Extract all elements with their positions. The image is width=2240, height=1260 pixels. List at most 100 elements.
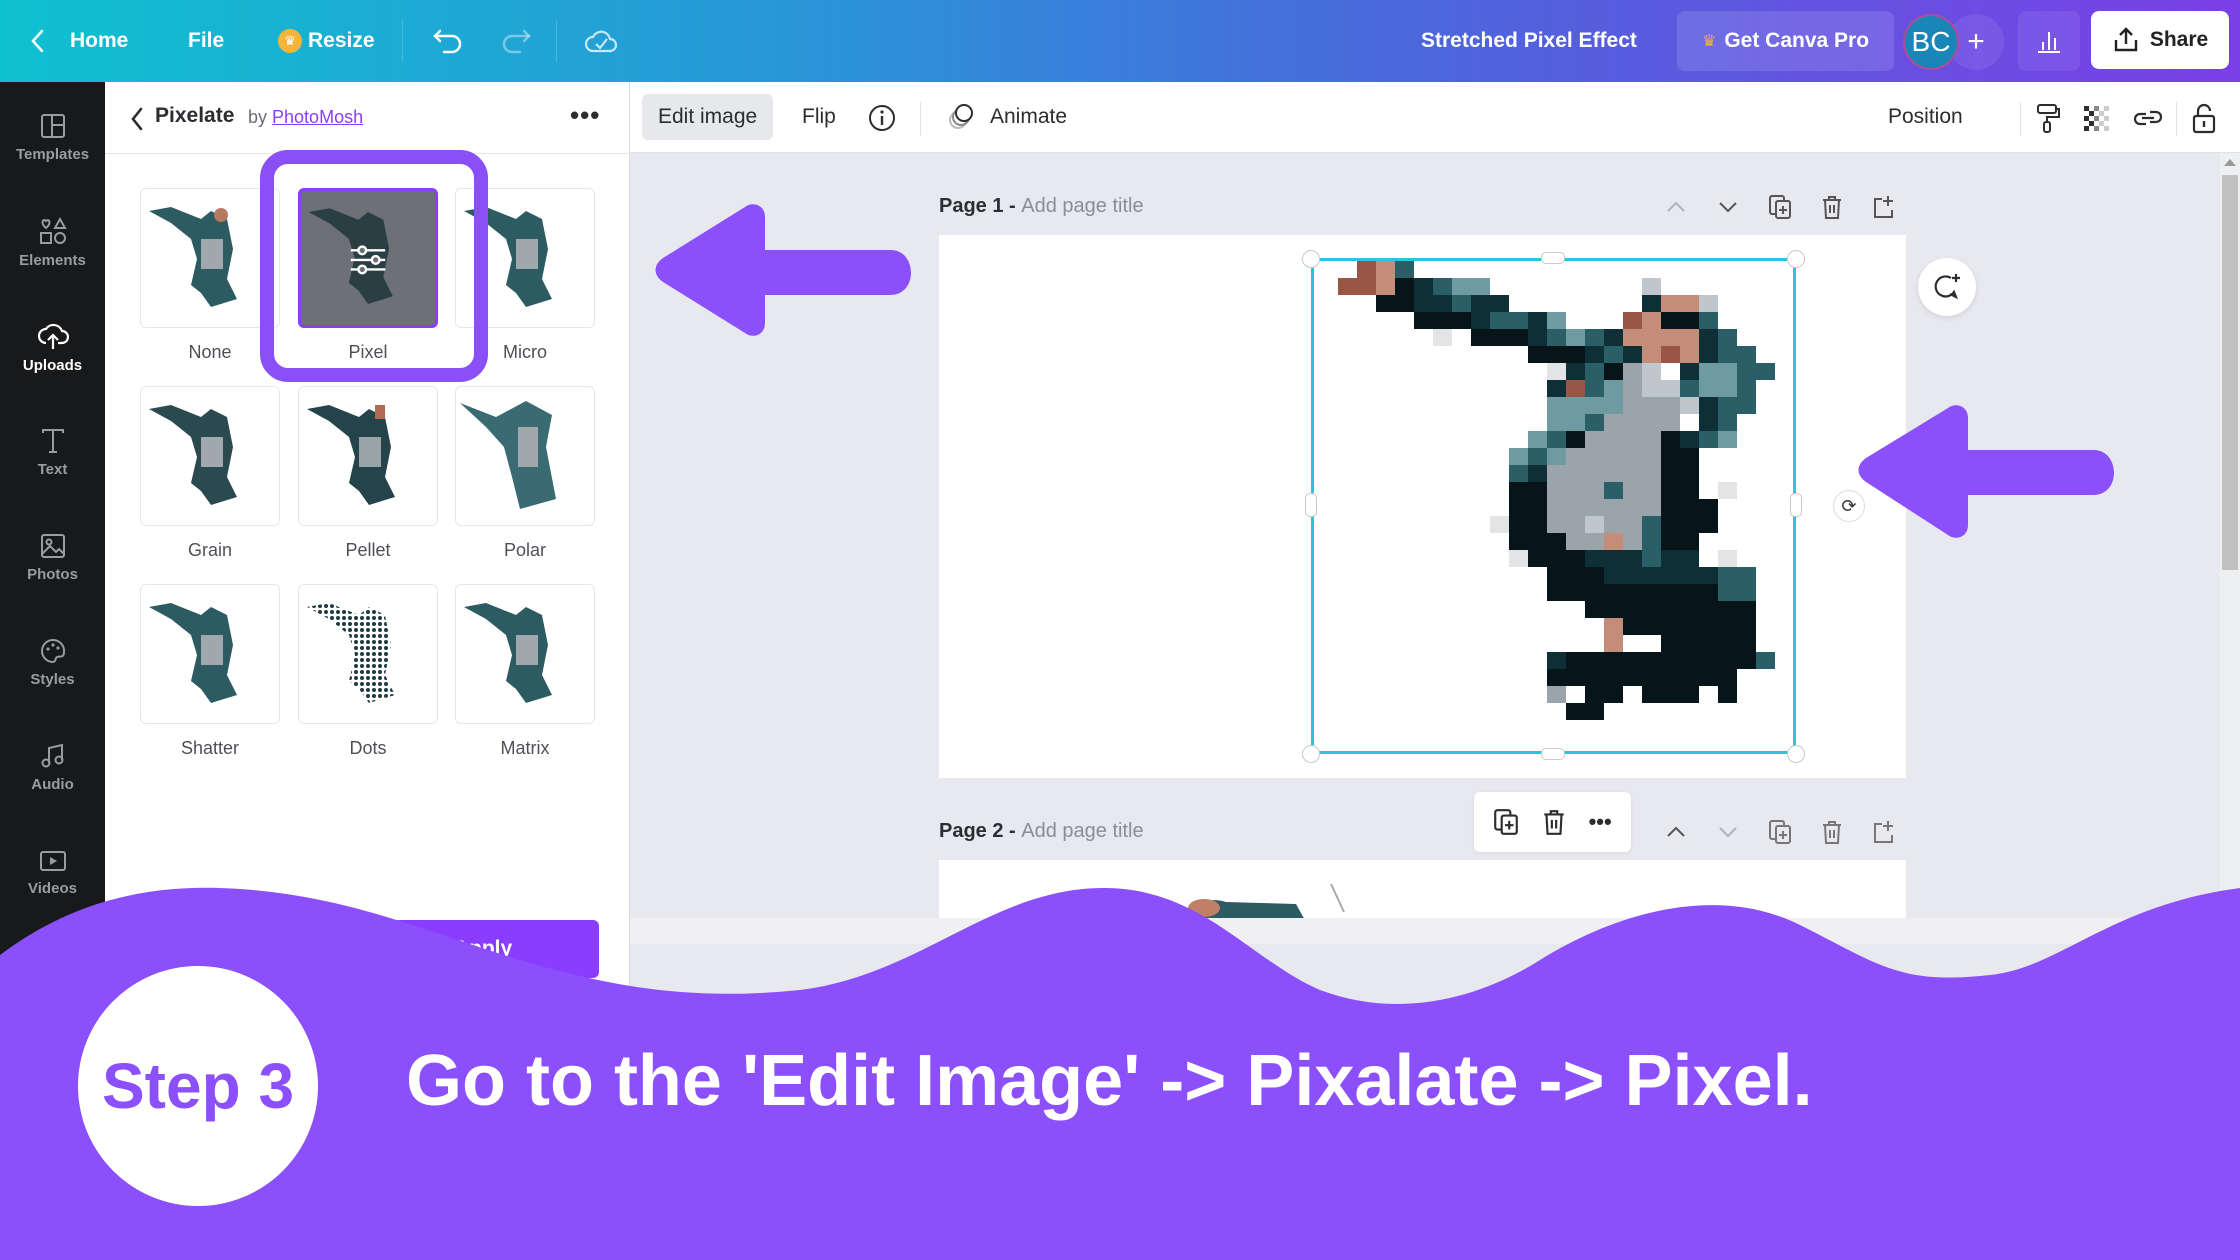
sidebar-item-label: Audio <box>31 775 74 793</box>
effect-label: Pellet <box>345 540 391 560</box>
divider <box>556 20 557 62</box>
uploads-icon <box>37 323 69 349</box>
resize-handle-bottom[interactable] <box>1541 748 1565 760</box>
elements-icon <box>39 216 67 244</box>
undo-button[interactable] <box>432 0 464 82</box>
trash-icon <box>1823 821 1841 844</box>
share-button[interactable]: Share <box>2091 11 2229 69</box>
apply-button[interactable]: Apply <box>367 920 599 978</box>
back-chevron-icon[interactable] <box>129 106 145 132</box>
selection-frame[interactable] <box>1311 258 1796 754</box>
document-title[interactable]: Stretched Pixel Effect <box>1421 0 1637 82</box>
duplicate-page-button[interactable] <box>1754 190 1806 224</box>
resize-handle-bottom-left[interactable] <box>1302 745 1320 763</box>
move-page-up-button[interactable] <box>1650 815 1702 849</box>
move-page-down-button[interactable] <box>1702 815 1754 849</box>
effect-thumbnail <box>140 584 280 724</box>
insights-button[interactable] <box>2018 11 2080 71</box>
effect-label: Pixel <box>348 342 388 362</box>
add-page-icon <box>1874 196 1893 218</box>
effect-none[interactable]: None <box>140 188 280 363</box>
sidebar-item-styles[interactable]: Styles <box>0 617 105 707</box>
delete-page-button[interactable] <box>1806 815 1858 849</box>
cloud-saved-button[interactable] <box>584 0 618 82</box>
paint-roller-icon[interactable] <box>2032 102 2064 134</box>
tutorial-instruction: Go to the 'Edit Image' -> Pixalate -> Pi… <box>406 1041 1813 1121</box>
sidebar-item-label: Photos <box>27 565 78 583</box>
resize-handle-bottom-right[interactable] <box>1787 745 1805 763</box>
duplicate-icon[interactable] <box>1493 808 1519 836</box>
plus-icon: + <box>1967 25 1985 58</box>
resize-handle-top-right[interactable] <box>1787 250 1805 268</box>
dancer-image <box>460 401 556 509</box>
lock-open-icon[interactable] <box>2188 102 2220 134</box>
effect-polar[interactable]: Polar <box>455 386 595 561</box>
transparency-icon[interactable] <box>2080 102 2112 134</box>
effect-label: Dots <box>349 738 387 758</box>
trash-icon[interactable] <box>1542 808 1566 836</box>
photomosh-link[interactable]: PhotoMosh <box>272 107 363 127</box>
effect-matrix[interactable]: Matrix <box>455 584 595 759</box>
effect-pellet[interactable]: Pellet <box>298 386 438 561</box>
page-1-canvas[interactable] <box>939 235 1906 778</box>
vertical-scrollbar[interactable] <box>2220 153 2240 933</box>
resize-handle-top-left[interactable] <box>1302 250 1320 268</box>
info-icon[interactable] <box>866 102 898 134</box>
effect-pixel[interactable]: Pixel <box>298 188 438 363</box>
add-comment-button[interactable] <box>1918 258 1976 316</box>
resize-button[interactable]: ♛ Resize <box>278 0 375 82</box>
scrollbar-thumb[interactable] <box>2222 175 2238 570</box>
sidebar-item-elements[interactable]: Elements <box>0 197 105 287</box>
page-title-input[interactable]: Add page title <box>1021 195 1143 217</box>
redo-button[interactable] <box>500 0 532 82</box>
position-button[interactable]: Position <box>1872 94 1979 140</box>
effect-label: Grain <box>187 540 232 560</box>
resize-handle-left[interactable] <box>1305 493 1317 517</box>
redo-icon <box>502 29 531 54</box>
edit-image-button[interactable]: Edit image <box>642 94 774 140</box>
page-title-input[interactable]: Add page title <box>1021 820 1143 842</box>
sidebar-item-videos[interactable]: Videos <box>0 827 105 917</box>
avatar[interactable]: BC <box>1903 14 1959 70</box>
sidebar-item-templates[interactable]: Templates <box>0 92 105 182</box>
home-button[interactable]: Home <box>30 0 128 82</box>
sliders-icon <box>350 245 386 275</box>
get-pro-label: Get Canva Pro <box>1724 29 1870 52</box>
move-page-down-button[interactable] <box>1702 190 1754 224</box>
more-options-icon[interactable]: ••• <box>570 100 600 131</box>
animate-button[interactable]: Animate <box>930 94 1083 140</box>
dancer-image <box>464 207 552 307</box>
sidebar-item-photos[interactable]: Photos <box>0 512 105 602</box>
effect-label: Micro <box>503 342 547 362</box>
page-2-canvas[interactable] <box>939 860 1906 920</box>
effect-micro[interactable]: Micro <box>455 188 595 363</box>
dancer-image <box>149 405 237 505</box>
scroll-up-icon[interactable] <box>2224 159 2236 166</box>
flip-button[interactable]: Flip <box>786 94 852 140</box>
sidebar-item-uploads[interactable]: Uploads <box>0 302 105 392</box>
effect-dots[interactable]: Dots <box>298 584 438 759</box>
more-options-icon[interactable]: ••• <box>1589 809 1612 835</box>
resize-handle-right[interactable] <box>1790 493 1802 517</box>
link-icon[interactable] <box>2132 102 2164 134</box>
dancer-arm-image <box>1186 883 1345 920</box>
effect-thumbnail <box>298 188 438 328</box>
file-menu[interactable]: File <box>188 0 224 82</box>
animate-label: Animate <box>990 105 1068 128</box>
resize-handle-top[interactable] <box>1541 252 1565 264</box>
horizontal-scrollbar[interactable] <box>630 918 2220 944</box>
trash-icon <box>1823 196 1841 219</box>
sidebar-item-audio[interactable]: Audio <box>0 722 105 812</box>
effect-shatter[interactable]: Shatter <box>140 584 280 759</box>
sidebar-item-text[interactable]: Text <box>0 407 105 497</box>
move-page-up-button[interactable] <box>1650 190 1702 224</box>
get-canva-pro-button[interactable]: ♛ Get Canva Pro <box>1677 11 1894 71</box>
add-page-button[interactable] <box>1858 815 1910 849</box>
add-page-icon <box>1874 821 1893 843</box>
effect-thumbnail <box>455 386 595 526</box>
duplicate-page-button[interactable] <box>1754 815 1806 849</box>
effect-grain[interactable]: Grain <box>140 386 280 561</box>
add-page-button[interactable] <box>1858 190 1910 224</box>
delete-page-button[interactable] <box>1806 190 1858 224</box>
effect-label: Shatter <box>180 738 240 758</box>
